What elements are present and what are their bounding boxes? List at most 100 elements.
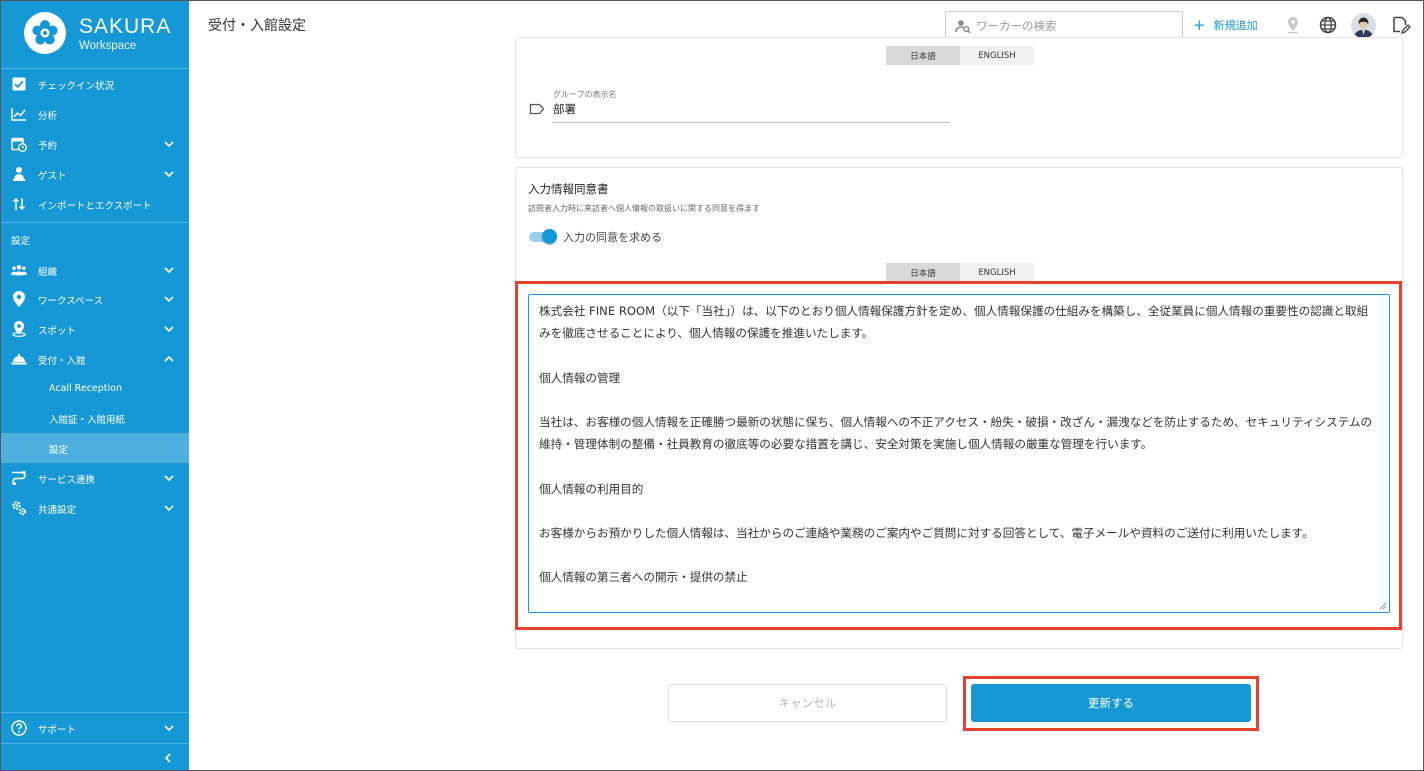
sidebar-subitem-settings[interactable]: 設定 xyxy=(1,433,189,463)
chevron-up-icon xyxy=(164,355,174,362)
edit-document-icon[interactable] xyxy=(1389,14,1411,36)
sidebar-item-checkin-status[interactable]: チェックイン状況 xyxy=(1,69,189,99)
spot-pin-icon xyxy=(11,321,27,337)
sidebar-item-analytics[interactable]: 分析 xyxy=(1,99,189,129)
tab-english[interactable]: ENGLISH xyxy=(960,46,1034,65)
sakura-logo-icon xyxy=(24,12,66,54)
brand-subtitle: Workspace xyxy=(79,40,137,52)
worker-search[interactable] xyxy=(945,11,1183,40)
sidebar-item-service-integration[interactable]: サービス連携 xyxy=(1,463,189,493)
chevron-down-icon xyxy=(164,296,174,303)
sidebar-item-label: 予約 xyxy=(38,141,58,152)
sidebar-section-settings: 設定 xyxy=(11,236,31,247)
sidebar-item-label: サービス連携 xyxy=(38,475,96,486)
sidebar-item-label: 分析 xyxy=(38,111,58,122)
consent-paragraph xyxy=(539,500,1379,522)
search-input[interactable] xyxy=(976,16,1176,36)
guest-icon xyxy=(11,166,27,182)
collapse-sidebar-icon[interactable] xyxy=(161,751,175,765)
brand-logo[interactable]: SAKURA Workspace xyxy=(1,1,189,69)
toggle-thumb xyxy=(542,229,557,244)
import-export-icon xyxy=(11,196,27,212)
label-tag-icon xyxy=(529,103,545,115)
consent-paragraph xyxy=(539,344,1379,366)
consent-toggle[interactable] xyxy=(529,229,557,244)
person-search-icon xyxy=(955,20,971,34)
sidebar-item-spot[interactable]: スポット xyxy=(1,314,189,344)
consent-paragraph: 当社は、お客様の個人情報を正確勝つ最新の状態に保ち、個人情報への不正アクセス・紛… xyxy=(539,415,1373,452)
sidebar-divider xyxy=(1,743,189,744)
tab-english[interactable]: ENGLISH xyxy=(960,263,1034,282)
sidebar-item-label: インポートとエクスポート xyxy=(38,201,152,212)
chevron-down-icon xyxy=(164,505,174,512)
sidebar-item-label: Acall Reception xyxy=(49,383,122,394)
sidebar-item-import-export[interactable]: インポートとエクスポート xyxy=(1,189,189,219)
location-pin-icon xyxy=(11,291,27,307)
group-settings-card: 日本語 ENGLISH グループの表示名 部署 xyxy=(515,37,1403,158)
sidebar-item-label: スポット xyxy=(38,326,77,337)
sidebar-item-label: 入館証・入館用紙 xyxy=(49,415,126,426)
page-title: 受付・入館設定 xyxy=(208,18,306,34)
chevron-down-icon xyxy=(164,475,174,482)
chevron-down-icon xyxy=(164,326,174,333)
tab-japanese[interactable]: 日本語 xyxy=(886,46,960,65)
sidebar-item-label: サポート xyxy=(38,725,77,736)
consent-paragraph: 株式会社 FINE ROOM（以下「当社」）は、以下のとおり個人情報保護方針を定… xyxy=(539,304,1369,341)
group-display-name-field[interactable]: 部署 xyxy=(553,101,576,117)
consent-text-field[interactable]: 株式会社 FINE ROOM（以下「当社」）は、以下のとおり個人情報保護方針を定… xyxy=(528,294,1390,613)
brand-name: SAKURA xyxy=(79,15,172,38)
sidebar-item-common-settings[interactable]: 共通設定 xyxy=(1,493,189,523)
sidebar-item-reservations[interactable]: 予約 xyxy=(1,129,189,159)
chevron-down-icon xyxy=(164,171,174,178)
sidebar-item-label: 設定 xyxy=(49,445,69,456)
cancel-button[interactable]: キャンセル xyxy=(668,684,947,722)
location-icon[interactable] xyxy=(1282,14,1304,36)
app-window: SAKURA Workspace チェックイン状況 分析 予約 ゲスト インポー… xyxy=(0,0,1424,771)
sidebar-item-organization[interactable]: 組織 xyxy=(1,255,189,285)
sidebar-item-label: 組織 xyxy=(38,267,58,278)
consent-paragraph xyxy=(539,389,1379,411)
tab-japanese[interactable]: 日本語 xyxy=(886,263,960,282)
globe-icon[interactable] xyxy=(1317,14,1339,36)
consent-paragraph xyxy=(539,455,1379,477)
add-new-label: 新規追加 xyxy=(1213,19,1258,32)
sidebar-item-label: チェックイン状況 xyxy=(38,81,115,92)
language-tabs: 日本語 ENGLISH xyxy=(886,263,1034,282)
group-display-name-label: グループの表示名 xyxy=(553,90,617,99)
resize-grip-icon[interactable] xyxy=(1379,602,1387,610)
sidebar-item-reception[interactable]: 受付・入館 xyxy=(1,344,189,374)
people-icon xyxy=(11,262,27,278)
language-tabs: 日本語 ENGLISH xyxy=(886,46,1034,65)
checkbox-icon xyxy=(11,76,27,92)
sidebar-item-support[interactable]: サポート xyxy=(1,713,189,743)
consent-heading: 個人情報の利用目的 xyxy=(539,481,644,496)
help-circle-icon xyxy=(11,720,27,736)
sidebar-item-label: 共通設定 xyxy=(38,505,77,516)
sidebar-item-workspace[interactable]: ワークスペース xyxy=(1,284,189,314)
add-new-button[interactable]: + 新規追加 xyxy=(1193,17,1258,33)
sidebar: SAKURA Workspace チェックイン状況 分析 予約 ゲスト インポー… xyxy=(1,1,189,770)
consent-paragraph xyxy=(539,544,1379,566)
consent-description: 訪問者入力時に来訪者へ個人情報の取扱いに関する同意を得ます xyxy=(528,204,760,213)
chevron-down-icon xyxy=(164,141,174,148)
consent-paragraph: お客様からお預かりした個人情報は、当社からのご連絡や業務のご案内やご質問に対する… xyxy=(539,526,1314,541)
field-underline xyxy=(553,122,950,123)
sidebar-divider xyxy=(1,222,189,223)
chevron-down-icon xyxy=(164,267,174,274)
update-button[interactable]: 更新する xyxy=(971,684,1251,722)
chevron-down-icon xyxy=(164,725,174,732)
consent-toggle-label: 入力の同意を求める xyxy=(563,231,662,244)
consent-title: 入力情報同意書 xyxy=(528,182,609,196)
avatar[interactable] xyxy=(1351,13,1376,38)
sidebar-subitem-acall-reception[interactable]: Acall Reception xyxy=(1,374,189,404)
sidebar-item-guests[interactable]: ゲスト xyxy=(1,159,189,189)
sidebar-item-label: ゲスト xyxy=(38,171,67,182)
reception-bell-icon xyxy=(11,351,27,367)
line-chart-icon xyxy=(11,106,27,122)
consent-heading: 個人情報の管理 xyxy=(539,370,621,385)
consent-heading: 個人情報の第三者への開示・提供の禁止 xyxy=(539,570,748,585)
sidebar-subitem-badges[interactable]: 入館証・入館用紙 xyxy=(1,403,189,433)
sidebar-item-label: 受付・入館 xyxy=(38,356,86,367)
calendar-clock-icon xyxy=(11,136,27,152)
plus-icon: + xyxy=(1193,16,1206,34)
